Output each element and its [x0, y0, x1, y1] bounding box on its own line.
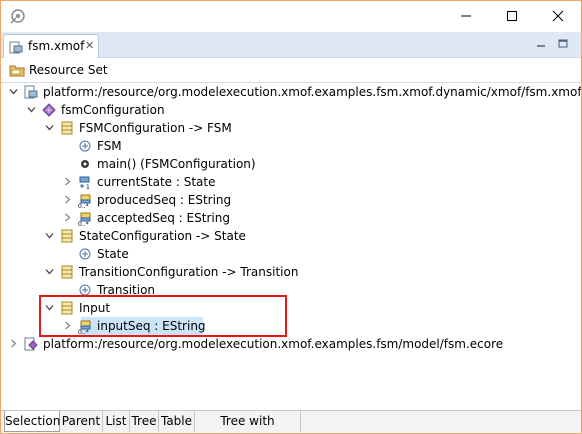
- ecore-file-icon: [24, 337, 38, 351]
- model-tree[interactable]: platform:/resource/org.modelexecution.xm…: [1, 83, 581, 408]
- supertype-icon: [79, 248, 91, 260]
- highlight-box: [39, 295, 287, 337]
- operation-icon: [81, 160, 89, 168]
- tree-row[interactable]: 1 currentState : State: [1, 173, 581, 191]
- chevron-down-icon[interactable]: [45, 231, 54, 240]
- xmof-file-icon: [9, 41, 23, 54]
- maximize-button[interactable]: [489, 1, 535, 31]
- tree-row[interactable]: FSM: [1, 137, 581, 155]
- chevron-down-icon[interactable]: [45, 123, 54, 132]
- tree-item-label: fsmConfiguration: [61, 103, 165, 117]
- close-button[interactable]: [535, 1, 581, 31]
- tab-table[interactable]: Table: [159, 411, 195, 432]
- title-bar: [1, 1, 581, 31]
- resource-set-header[interactable]: Resource Set: [1, 58, 581, 83]
- xmof-file-icon: [24, 85, 38, 99]
- app-icon: [10, 9, 25, 24]
- chevron-down-icon[interactable]: [9, 87, 18, 96]
- chevron-down-icon[interactable]: [45, 267, 54, 276]
- reference-single-icon: 1: [79, 176, 90, 190]
- tree-item-label: FSM: [97, 139, 122, 153]
- tree-item-label: platform:/resource/org.modelexecution.xm…: [43, 337, 504, 351]
- bottom-tab-strip: Selection Parent List Tree Table Tree wi…: [1, 410, 581, 433]
- tree-row[interactable]: State: [1, 245, 581, 263]
- editor-tab-fsm-xmof[interactable]: fsm.xmof ✕: [3, 34, 99, 58]
- tab-list[interactable]: List: [103, 411, 130, 432]
- minimize-button[interactable]: [443, 1, 489, 31]
- class-icon: [61, 121, 73, 135]
- tree-item-label: currentState : State: [97, 175, 216, 189]
- tab-parent[interactable]: Parent: [60, 411, 103, 432]
- editor-tab-label: fsm.xmof: [28, 39, 85, 53]
- attribute-many-icon: 0..*: [78, 194, 91, 208]
- tree-row[interactable]: fsmConfiguration: [1, 101, 581, 119]
- editor-tab-strip: fsm.xmof ✕: [1, 32, 581, 58]
- tab-tree-with-columns[interactable]: Tree with Columns: [195, 411, 301, 432]
- tree-item-label: platform:/resource/org.modelexecution.xm…: [43, 85, 582, 99]
- tree-item-label: FSMConfiguration -> FSM: [79, 121, 232, 135]
- editor-window: fsm.xmof ✕ Resource Set platform:/resour…: [0, 0, 582, 434]
- tree-row[interactable]: StateConfiguration -> State: [1, 227, 581, 245]
- tree-row[interactable]: main() (FSMConfiguration): [1, 155, 581, 173]
- attribute-many-icon: 0..*: [78, 212, 91, 226]
- close-icon: [552, 10, 564, 22]
- package-icon: [42, 103, 56, 117]
- resource-set-icon: [9, 65, 25, 77]
- tree-item-label: TransitionConfiguration -> Transition: [79, 265, 299, 279]
- tab-selection[interactable]: Selection: [4, 411, 60, 432]
- tree-row[interactable]: platform:/resource/org.modelexecution.xm…: [1, 335, 581, 353]
- tree-item-label: StateConfiguration -> State: [79, 229, 246, 243]
- svg-text:0..*: 0..*: [78, 221, 89, 226]
- tab-tree[interactable]: Tree: [130, 411, 159, 432]
- svg-text:0..*: 0..*: [78, 203, 89, 208]
- chevron-right-icon[interactable]: [63, 195, 72, 204]
- chevron-right-icon[interactable]: [63, 177, 72, 186]
- tree-item-label: main() (FSMConfiguration): [97, 157, 256, 171]
- maximize-icon: [507, 11, 517, 21]
- resource-set-label: Resource Set: [29, 63, 108, 77]
- class-icon: [61, 229, 73, 243]
- tab-close-icon[interactable]: ✕: [85, 39, 94, 52]
- view-minimize-icon[interactable]: [533, 37, 549, 51]
- tree-row[interactable]: 0..* acceptedSeq : EString: [1, 209, 581, 227]
- class-icon: [61, 265, 73, 279]
- chevron-down-icon[interactable]: [27, 105, 36, 114]
- view-maximize-icon[interactable]: [555, 37, 571, 51]
- tree-row[interactable]: FSMConfiguration -> FSM: [1, 119, 581, 137]
- svg-text:1: 1: [86, 184, 90, 190]
- chevron-right-icon[interactable]: [9, 339, 18, 348]
- minimize-icon: [461, 15, 471, 17]
- supertype-icon: [79, 140, 91, 152]
- chevron-right-icon[interactable]: [63, 213, 72, 222]
- tree-row[interactable]: platform:/resource/org.modelexecution.xm…: [1, 83, 581, 101]
- tree-item-label: producedSeq : EString: [97, 193, 232, 207]
- tree-row[interactable]: 0..* producedSeq : EString: [1, 191, 581, 209]
- tree-item-label: State: [97, 247, 129, 261]
- tree-row[interactable]: TransitionConfiguration -> Transition: [1, 263, 581, 281]
- tree-item-label: acceptedSeq : EString: [97, 211, 230, 225]
